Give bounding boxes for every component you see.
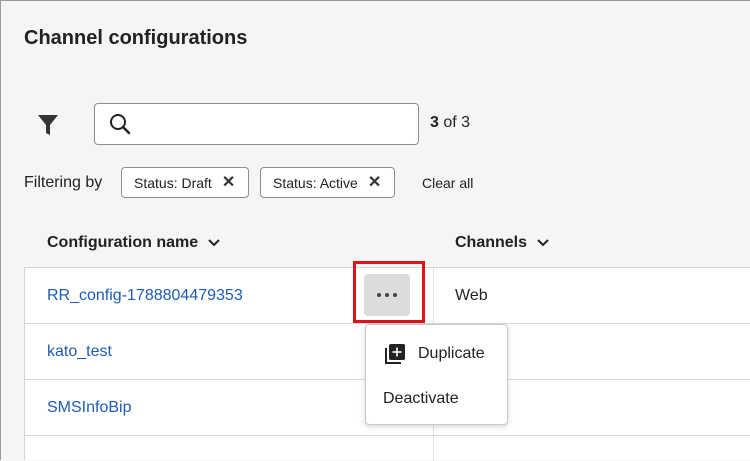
search-icon [110, 114, 131, 135]
search-input[interactable] [141, 110, 410, 140]
highlight-box [353, 261, 425, 323]
search-box[interactable] [94, 103, 419, 145]
results-count: 3 of 3 [430, 114, 470, 132]
configuration-link[interactable]: SMSInfoBip [47, 399, 131, 417]
filter-chip-status-draft: Status: Draft ✕ [121, 167, 249, 198]
context-menu: Duplicate Deactivate [365, 324, 508, 425]
chevron-down-icon [537, 239, 549, 247]
close-icon[interactable]: ✕ [368, 174, 381, 191]
close-icon[interactable]: ✕ [222, 174, 235, 191]
menu-item-label: Deactivate [383, 390, 459, 407]
page-title: Channel configurations [24, 27, 248, 49]
menu-item-deactivate[interactable]: Deactivate [366, 376, 507, 420]
results-count-value: 3 [430, 114, 439, 131]
column-header-label: Configuration name [47, 234, 199, 251]
filter-chip-status-active: Status: Active ✕ [260, 167, 395, 198]
menu-item-label: Duplicate [418, 345, 485, 362]
results-count-suffix: of 3 [443, 114, 471, 131]
configuration-link[interactable]: kato_test [47, 343, 112, 361]
chevron-down-icon [208, 239, 220, 247]
menu-item-duplicate[interactable]: Duplicate [366, 331, 507, 375]
clear-all-button[interactable]: Clear all [422, 175, 473, 191]
channel-cell: Web [455, 287, 488, 304]
filter-icon[interactable] [37, 113, 59, 137]
filtering-by-label: Filtering by [24, 174, 103, 191]
chip-label: Status: Draft [134, 174, 212, 191]
column-header-channels[interactable]: Channels [455, 234, 549, 252]
column-header-label: Channels [455, 234, 528, 251]
column-header-configuration-name[interactable]: Configuration name [47, 234, 220, 252]
configuration-link[interactable]: RR_config-1788804479353 [47, 287, 243, 305]
duplicate-icon [385, 344, 405, 364]
chip-label: Status: Active [273, 174, 358, 191]
